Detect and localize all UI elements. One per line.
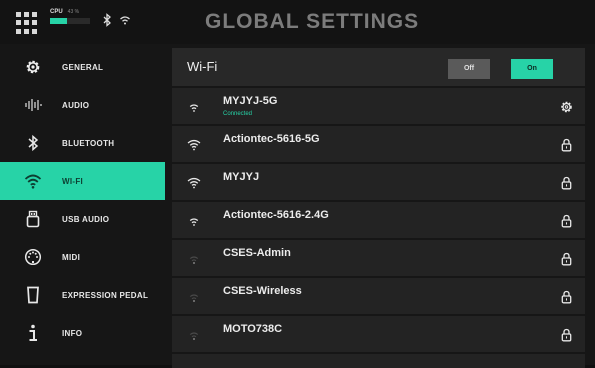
sidebar-item-info[interactable]: INFO bbox=[0, 314, 165, 352]
network-name: CSES-Wireless bbox=[223, 285, 302, 297]
sidebar-item-expression-pedal[interactable]: EXPRESSION PEDAL bbox=[0, 276, 165, 314]
wifi-label: Wi-Fi bbox=[187, 59, 218, 74]
sidebar-item-wifi[interactable]: WI-FI bbox=[0, 162, 165, 200]
lock-icon bbox=[561, 214, 572, 228]
network-name: MYJYJ bbox=[223, 171, 260, 183]
wifi-on-button[interactable]: On bbox=[511, 59, 553, 79]
network-row[interactable]: Actiontec-5616-2.4G bbox=[172, 202, 585, 238]
sidebar-item-label: MIDI bbox=[62, 252, 81, 262]
sidebar-item-label: AUDIO bbox=[62, 100, 90, 110]
network-name: MYJYJ-5G bbox=[223, 95, 278, 107]
network-row[interactable]: CSES-Admin bbox=[172, 240, 585, 276]
grid-menu-icon[interactable] bbox=[16, 12, 38, 34]
sidebar-item-audio[interactable]: AUDIO bbox=[0, 86, 165, 124]
page-title: GLOBAL SETTINGS bbox=[205, 10, 420, 33]
network-name: Actiontec-5616-5G bbox=[223, 133, 320, 145]
sidebar-item-general[interactable]: GENERAL bbox=[0, 48, 165, 86]
lock-icon bbox=[561, 328, 572, 342]
sidebar-item-usb-audio[interactable]: USB AUDIO bbox=[0, 200, 165, 238]
midi-icon bbox=[24, 248, 42, 266]
wifi-toggle-row: Wi-Fi Off On bbox=[172, 48, 585, 86]
sidebar-item-bluetooth[interactable]: BLUETOOTH bbox=[0, 124, 165, 162]
lock-icon bbox=[561, 138, 572, 152]
bluetooth-icon bbox=[103, 13, 111, 27]
wifi-panel: Wi-Fi Off On MYJYJ-5G Connected Actionte… bbox=[172, 48, 585, 368]
cpu-bar-fill bbox=[50, 18, 68, 24]
cpu-label: CPU bbox=[50, 9, 63, 15]
bluetooth-icon bbox=[28, 134, 39, 152]
network-row[interactable]: MOTO738C bbox=[172, 316, 585, 352]
sidebar-item-label: USB AUDIO bbox=[62, 214, 110, 224]
network-name: Actiontec-5616-2.4G bbox=[223, 209, 329, 221]
wifi-off-button[interactable]: Off bbox=[448, 59, 490, 79]
lock-icon bbox=[561, 290, 572, 304]
network-row[interactable]: CSES-Wireless bbox=[172, 278, 585, 314]
wifi-signal-icon bbox=[187, 139, 201, 151]
info-icon bbox=[29, 324, 37, 341]
waveform-icon bbox=[25, 99, 42, 111]
sidebar-item-label: BLUETOOTH bbox=[62, 138, 115, 148]
network-row[interactable]: Actiontec-5616-5G bbox=[172, 126, 585, 162]
wifi-signal-icon bbox=[189, 256, 199, 264]
sidebar-item-label: WI-FI bbox=[62, 176, 84, 186]
cpu-meter: CPU 43 % bbox=[50, 9, 90, 24]
cpu-percent: 43 % bbox=[67, 9, 80, 15]
network-row[interactable] bbox=[172, 354, 585, 368]
sidebar-item-label: INFO bbox=[62, 328, 83, 338]
wifi-signal-icon bbox=[189, 218, 199, 226]
wifi-signal-icon bbox=[187, 177, 201, 189]
network-status: Connected bbox=[223, 111, 253, 117]
settings-sidebar: GENERAL AUDIO BLUETOOTH WI-FI USB AUDIO … bbox=[0, 48, 165, 365]
usb-icon bbox=[26, 210, 40, 228]
global-settings-screen: CPU 43 % GLOBAL SETTINGS GENERAL AUDIO B… bbox=[0, 0, 595, 368]
network-name: CSES-Admin bbox=[223, 247, 291, 259]
lock-icon bbox=[561, 252, 572, 266]
wifi-signal-icon bbox=[189, 332, 199, 340]
sidebar-item-label: GENERAL bbox=[62, 62, 104, 72]
sidebar-item-midi[interactable]: MIDI bbox=[0, 238, 165, 276]
wifi-icon bbox=[120, 16, 130, 25]
cpu-bar bbox=[50, 18, 90, 24]
network-row[interactable]: MYJYJ-5G Connected bbox=[172, 88, 585, 124]
top-bar: CPU 43 % GLOBAL SETTINGS bbox=[0, 0, 595, 44]
pedal-icon bbox=[27, 286, 39, 304]
wifi-signal-icon bbox=[189, 104, 199, 112]
gear-icon bbox=[26, 60, 40, 74]
wifi-icon bbox=[24, 174, 42, 189]
network-name: MOTO738C bbox=[223, 323, 283, 335]
wifi-signal-icon bbox=[189, 294, 199, 302]
lock-icon bbox=[561, 176, 572, 190]
sidebar-item-label: EXPRESSION PEDAL bbox=[62, 290, 149, 300]
gear-icon[interactable] bbox=[560, 100, 573, 114]
network-row[interactable]: MYJYJ bbox=[172, 164, 585, 200]
